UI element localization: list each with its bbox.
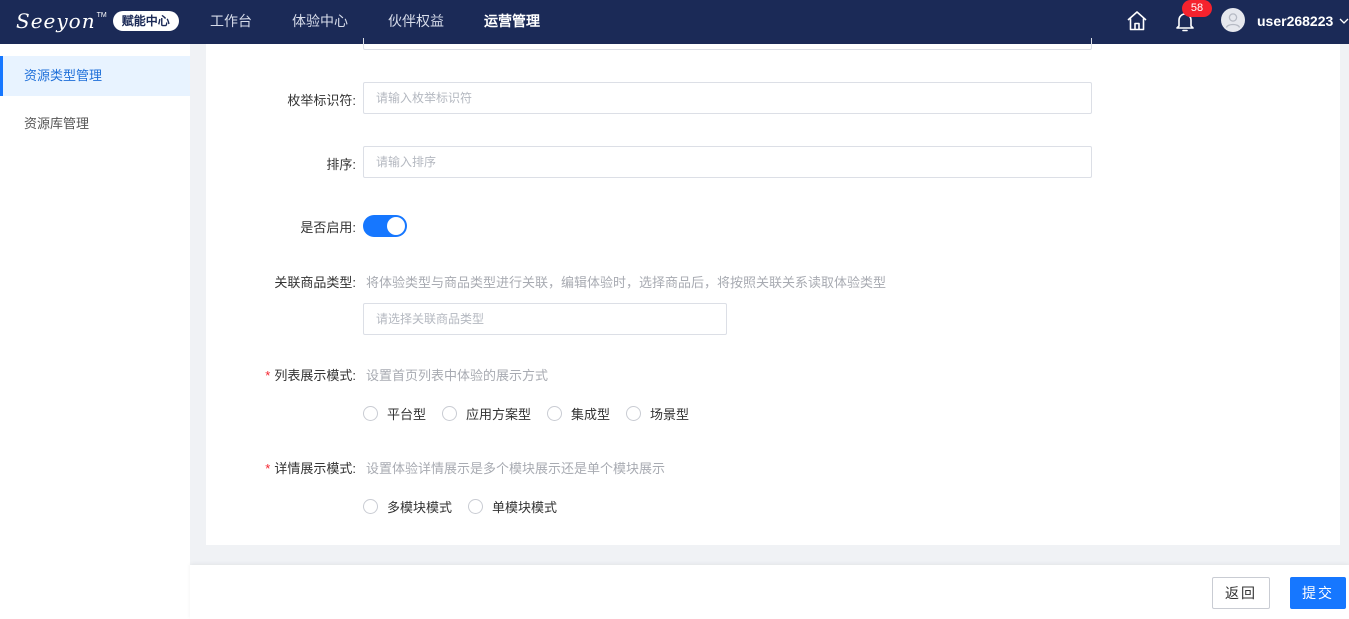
label-colon: : — [352, 275, 356, 290]
previous-input-field[interactable] — [363, 38, 1092, 50]
list-mode-label: * 列表展示模式: — [206, 365, 356, 384]
label-colon: : — [352, 157, 356, 172]
sidebar-item-resource-library-management[interactable]: 资源库管理 — [0, 104, 190, 144]
username[interactable]: user268223 — [1257, 0, 1333, 42]
enabled-label-text: 是否启用 — [300, 220, 353, 235]
detail-mode-option-multi-module[interactable]: 多模块模式 — [363, 497, 452, 516]
enum-id-label: 枚举标识符: — [206, 90, 356, 109]
avatar[interactable] — [1221, 8, 1245, 32]
label-colon: : — [352, 461, 356, 476]
seeyon-logo[interactable]: Seeyon TM 赋能中心 — [16, 8, 179, 34]
enum-id-input[interactable] — [363, 82, 1092, 114]
list-mode-option-integration[interactable]: 集成型 — [547, 404, 610, 423]
radio-label: 应用方案型 — [466, 407, 532, 422]
radio-label: 单模块模式 — [492, 500, 558, 515]
list-mode-radio-group: 平台型 应用方案型 集成型 场景型 — [363, 404, 705, 423]
radio-circle[interactable] — [547, 406, 563, 421]
logo-trademark: TM — [96, 11, 107, 19]
radio-label: 平台型 — [387, 407, 427, 422]
radio-circle[interactable] — [468, 499, 484, 514]
detail-mode-hint: 设置体验详情展示是多个模块展示还是单个模块展示 — [366, 461, 666, 476]
notification-count-badge: 58 — [1182, 0, 1212, 17]
radio-circle[interactable] — [442, 406, 458, 421]
nav-item-workbench[interactable]: 工作台 — [196, 0, 266, 44]
label-colon: : — [352, 368, 356, 383]
required-mark: * — [265, 461, 271, 476]
list-mode-hint: 设置首页列表中体验的展示方式 — [366, 368, 549, 383]
logo-badge: 赋能中心 — [112, 11, 179, 31]
list-mode-label-text: 列表展示模式 — [274, 368, 353, 383]
list-mode-option-platform[interactable]: 平台型 — [363, 404, 426, 423]
logo-wordmark: Seeyon — [16, 9, 96, 33]
sort-label-text: 排序 — [326, 157, 353, 172]
list-mode-option-solution[interactable]: 应用方案型 — [442, 404, 531, 423]
nav-item-experience-center[interactable]: 体验中心 — [278, 0, 362, 44]
list-mode-option-scenario[interactable]: 场景型 — [626, 404, 689, 423]
chevron-down-icon[interactable] — [1339, 16, 1349, 26]
required-mark: * — [265, 368, 271, 383]
submit-button[interactable]: 提交 — [1290, 577, 1346, 609]
enum-id-label-text: 枚举标识符 — [287, 93, 353, 108]
radio-label: 多模块模式 — [387, 500, 453, 515]
radio-circle[interactable] — [363, 406, 378, 421]
radio-circle[interactable] — [626, 406, 642, 421]
detail-mode-option-single-module[interactable]: 单模块模式 — [468, 497, 557, 516]
form-card: 枚举标识符: 排序: 是否启用: 关联商品类型: 将体验类型与商品类型进行关联，… — [206, 38, 1340, 545]
toggle-knob — [387, 217, 405, 235]
detail-mode-label: * 详情展示模式: — [206, 458, 356, 477]
sidebar: 资源类型管理 资源库管理 — [0, 44, 190, 619]
form-footer: 返回 提交 — [190, 565, 1349, 619]
radio-label: 场景型 — [650, 407, 690, 422]
product-type-label-text: 关联商品类型 — [274, 275, 353, 290]
enabled-toggle[interactable] — [363, 215, 407, 237]
detail-mode-radio-group: 多模块模式 单模块模式 — [363, 497, 573, 516]
product-type-hint: 将体验类型与商品类型进行关联，编辑体验时，选择商品后，将按照关联关系读取体验类型 — [366, 275, 887, 290]
sidebar-item-resource-type-management[interactable]: 资源类型管理 — [0, 56, 190, 96]
sort-input[interactable] — [363, 146, 1092, 178]
label-colon: : — [352, 220, 356, 235]
home-icon[interactable] — [1125, 9, 1149, 33]
detail-mode-label-text: 详情展示模式 — [274, 461, 353, 476]
radio-label: 集成型 — [571, 407, 611, 422]
enabled-label: 是否启用: — [206, 217, 356, 236]
sort-label: 排序: — [206, 154, 356, 173]
user-icon — [1225, 13, 1241, 28]
label-colon: : — [352, 93, 356, 108]
back-button[interactable]: 返回 — [1212, 577, 1270, 609]
radio-circle[interactable] — [363, 499, 378, 514]
product-type-label: 关联商品类型: — [206, 272, 356, 291]
product-type-select[interactable] — [363, 303, 727, 335]
